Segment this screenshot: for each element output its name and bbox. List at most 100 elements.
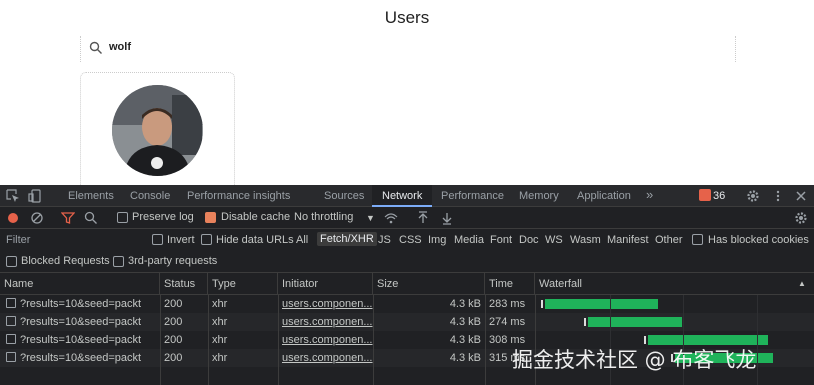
filter-type-other[interactable]: Other [655,234,683,246]
cell-status: 200 [164,298,183,310]
filter-type-img[interactable]: Img [428,234,446,246]
col-waterfall[interactable]: Waterfall [535,273,814,295]
import-har-icon[interactable] [416,211,430,225]
cell-initiator[interactable]: users.componen... [278,295,373,313]
device-toggle-icon[interactable] [28,189,42,203]
cell-type: xhr [212,352,228,364]
tab-sources[interactable]: Sources [324,185,364,207]
tab-elements[interactable]: Elements [68,185,114,207]
throttling-select[interactable]: No throttling [294,211,353,223]
settings-gear-icon[interactable] [746,189,760,203]
col-name[interactable]: Name [0,273,160,295]
waterfall-queue-mark [541,300,544,308]
cell-name: ?results=10&seed=packt [20,352,142,364]
cell-time: 274 ms [489,316,526,328]
filter-type-ws[interactable]: WS [545,234,563,246]
row-checkbox[interactable] [6,298,16,308]
devtools-tabbar: Elements Console Performance insights So… [0,185,814,207]
waterfall-bar[interactable] [588,317,682,327]
filter-type-manifest[interactable]: Manifest [607,234,649,246]
table-header: Name Status Type Initiator Size Time Wat… [0,273,814,295]
record-icon[interactable] [6,211,20,225]
col-status[interactable]: Status [160,273,208,295]
filter-bar: Filter Invert Hide data URLs All Fetch/X… [0,229,814,251]
issues-badge[interactable]: 36 [696,189,728,203]
row-checkbox[interactable] [6,334,16,344]
search-input[interactable]: wolf [80,36,736,62]
tab-performance-insights[interactable]: Performance insights [187,185,290,207]
row-checkbox[interactable] [6,316,16,326]
app-page: Users wolf [0,0,814,185]
filter-type-wasm[interactable]: Wasm [570,234,601,246]
row-checkbox[interactable] [6,352,16,362]
preserve-log-checkbox[interactable] [117,212,128,223]
filter-icon[interactable] [61,211,75,225]
cell-name: ?results=10&seed=packt [20,316,142,328]
blocked-requests-checkbox[interactable] [6,256,17,267]
filter-type-js[interactable]: JS [378,234,391,246]
filter-type-fetch-xhr[interactable]: Fetch/XHR [317,232,377,246]
export-har-icon[interactable] [440,211,454,225]
table-row[interactable]: ?results=10&seed=packt 200 xhr users.compon… [0,295,814,313]
hide-data-urls-label: Hide data URLs [216,234,294,246]
more-tabs-icon[interactable]: » [646,185,653,207]
disable-cache-label: Disable cache [221,211,291,223]
filter-type-all[interactable]: All [296,234,308,246]
network-settings-icon[interactable] [794,211,808,225]
column-divider [278,295,279,385]
cell-type: xhr [212,298,228,310]
column-divider [485,295,486,385]
clear-icon[interactable] [30,211,44,225]
blocked-cookies-checkbox[interactable] [692,234,703,245]
search-icon[interactable] [84,211,98,225]
cell-size: 4.3 kB [449,316,481,328]
cell-size: 4.3 kB [449,352,481,364]
waterfall-bar[interactable] [545,299,658,309]
inspect-icon[interactable] [6,189,20,203]
col-size[interactable]: Size [373,273,485,295]
issues-flag-icon [699,189,711,201]
col-time[interactable]: Time [485,273,535,295]
waterfall-queue-mark [584,318,587,326]
cell-name: ?results=10&seed=packt [20,334,142,346]
avatar [112,85,203,176]
sort-up-icon: ▲ [798,279,806,288]
filter-type-doc[interactable]: Doc [519,234,539,246]
cell-initiator[interactable]: users.componen... [278,349,373,367]
more-options-icon[interactable] [771,189,785,203]
third-party-checkbox[interactable] [113,256,124,267]
cell-name: ?results=10&seed=packt [20,298,142,310]
table-row[interactable]: ?results=10&seed=packt 200 xhr users.compon… [0,313,814,331]
network-conditions-icon[interactable] [384,211,398,225]
waterfall-queue-mark [644,336,647,344]
filter-input[interactable]: Filter [6,234,30,246]
cell-type: xhr [212,334,228,346]
filter-type-media[interactable]: Media [454,234,484,246]
col-initiator[interactable]: Initiator [278,273,373,295]
filter-type-css[interactable]: CSS [399,234,422,246]
cell-initiator[interactable]: users.componen... [278,313,373,331]
tab-memory[interactable]: Memory [519,185,559,207]
hide-data-urls-checkbox[interactable] [201,234,212,245]
search-icon [89,41,102,54]
issues-count: 36 [713,190,726,202]
tab-console[interactable]: Console [130,185,170,207]
cell-initiator[interactable]: users.componen... [278,331,373,349]
column-divider [373,295,374,385]
search-value: wolf [109,41,131,53]
invert-checkbox[interactable] [152,234,163,245]
close-icon[interactable] [794,189,808,203]
tab-application[interactable]: Application [577,185,631,207]
cell-size: 4.3 kB [449,298,481,310]
cell-status: 200 [164,352,183,364]
filter-type-font[interactable]: Font [490,234,512,246]
disable-cache-checkbox[interactable] [205,212,216,223]
cell-status: 200 [164,334,183,346]
tab-network[interactable]: Network [372,185,433,207]
preserve-log-label: Preserve log [132,211,194,223]
tab-performance[interactable]: Performance [441,185,504,207]
col-type[interactable]: Type [208,273,278,295]
blocked-requests-label: Blocked Requests [21,255,110,267]
user-card[interactable] [80,72,235,185]
cell-size: 4.3 kB [449,334,481,346]
